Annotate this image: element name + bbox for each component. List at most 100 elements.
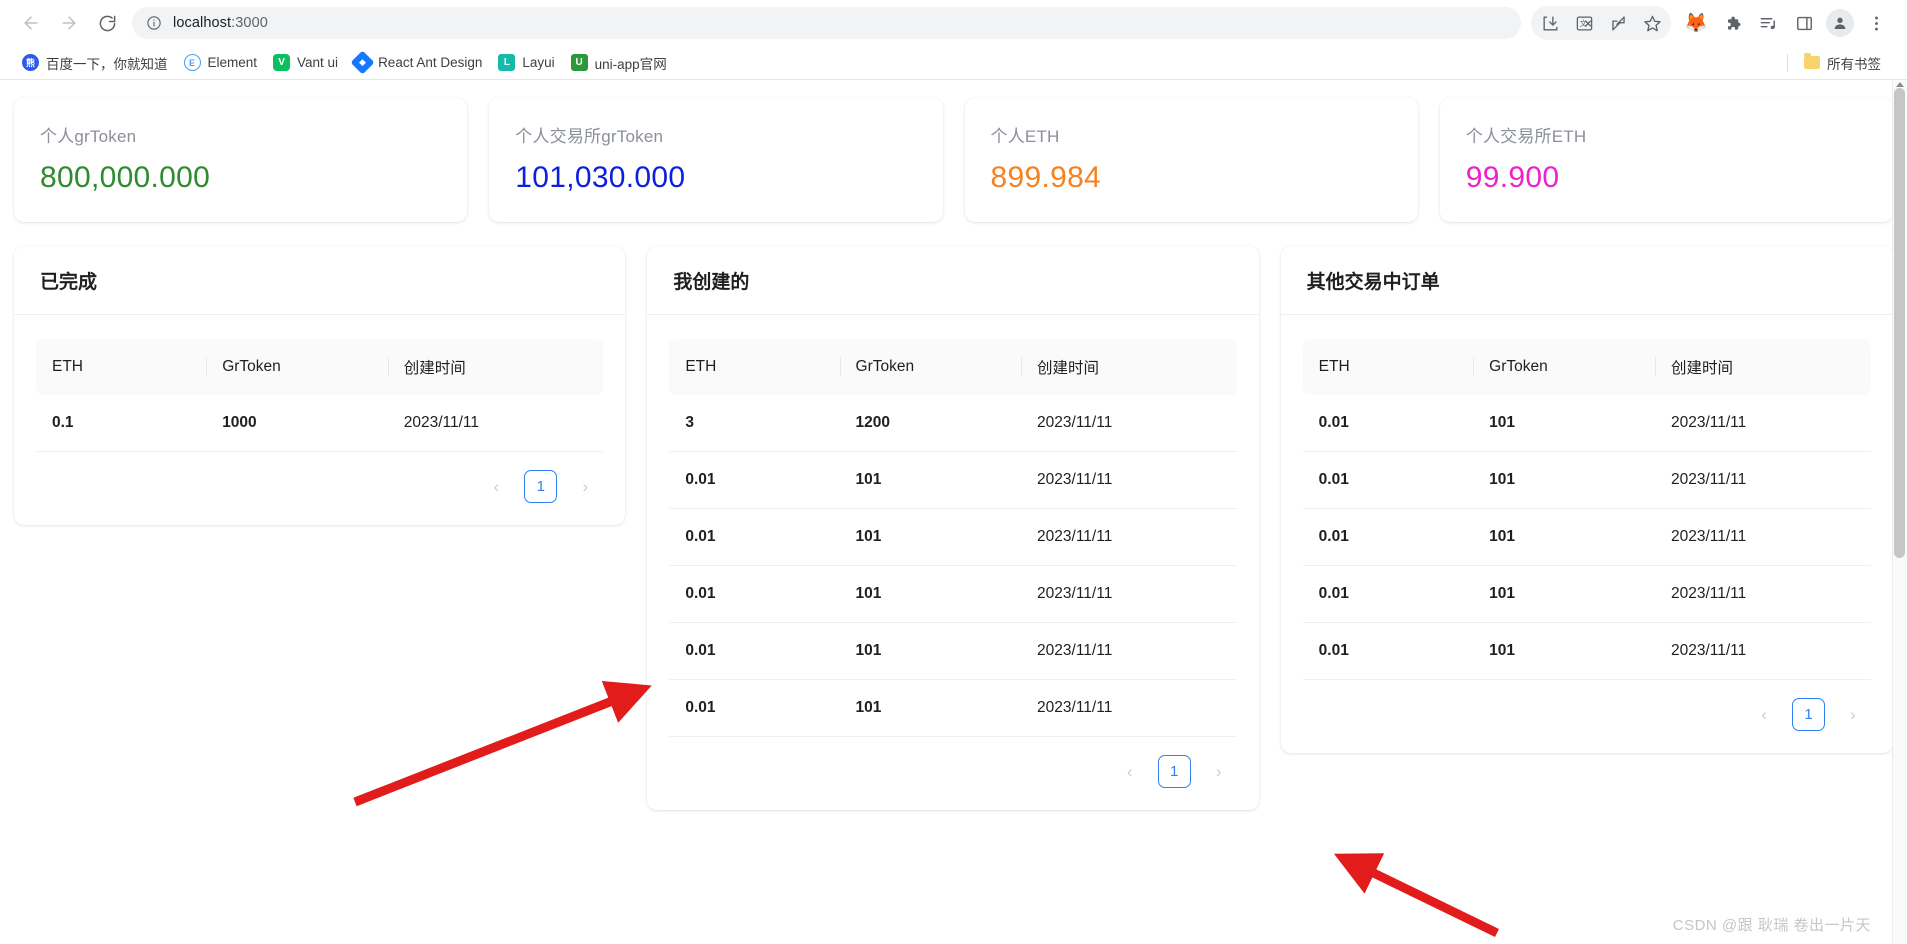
all-bookmarks-section: 所有书签: [1787, 49, 1893, 77]
pagination-prev-icon[interactable]: ‹: [1748, 699, 1780, 731]
panel-header: 已完成: [14, 246, 626, 315]
column-header-eth: ETH: [669, 339, 840, 395]
bookmark-react-ant-design[interactable]: ◆ React Ant Design: [346, 50, 490, 75]
profile-avatar-icon[interactable]: [1823, 6, 1857, 40]
table-row[interactable]: 0.01 101 2023/11/11: [1302, 565, 1871, 623]
bookmark-element[interactable]: E Element: [176, 50, 266, 75]
column-header-grtoken: GrToken: [206, 339, 388, 395]
pagination-prev-icon[interactable]: ‹: [480, 471, 512, 503]
omnibox-action-pill: 文: [1531, 6, 1671, 40]
page-scrollbar[interactable]: [1892, 80, 1907, 944]
pagination-next-icon[interactable]: ›: [569, 471, 601, 503]
table-row[interactable]: 0.01 101 2023/11/11: [669, 451, 1237, 509]
pagination: ‹ 1 ›: [647, 737, 1258, 810]
bookmark-label: React Ant Design: [378, 55, 483, 70]
stat-label: 个人交易所ETH: [1465, 127, 1587, 146]
bookmark-uni-app[interactable]: U uni-app官网: [563, 49, 675, 77]
baidu-icon: 熊: [22, 54, 39, 71]
panel-completed: 已完成 ETH GrToken 创建时间 0.1 1000 2023/11/11…: [14, 246, 626, 525]
cell-time: 2023/11/11: [387, 395, 604, 452]
cell-grtoken: 101: [1473, 395, 1655, 452]
stat-card-exchange-eth: 个人交易所ETH 99.900: [1439, 98, 1893, 222]
column-header-grtoken: GrToken: [1473, 339, 1655, 395]
table-row[interactable]: 0.01 101 2023/11/11: [1302, 508, 1871, 566]
layui-icon: L: [498, 54, 516, 71]
pagination-page-1[interactable]: 1: [1157, 755, 1191, 788]
pagination-page-1[interactable]: 1: [524, 470, 558, 503]
url-port: :3000: [231, 15, 268, 31]
cell-eth: 0.01: [669, 565, 840, 623]
side-panel-icon[interactable]: [1787, 6, 1821, 40]
pagination: ‹ 1 ›: [1281, 680, 1893, 753]
extensions-puzzle-icon[interactable]: [1715, 6, 1749, 40]
cell-time: 2023/11/11: [1021, 451, 1237, 509]
stat-value: 899.984: [990, 161, 1102, 194]
pagination-next-icon[interactable]: ›: [1203, 756, 1235, 788]
cell-eth: 0.01: [1302, 451, 1474, 509]
cell-grtoken: 101: [839, 508, 1022, 566]
address-bar[interactable]: localhost:3000: [132, 7, 1521, 39]
cell-time: 2023/11/11: [1021, 679, 1237, 737]
panels-row: 已完成 ETH GrToken 创建时间 0.1 1000 2023/11/11…: [0, 222, 1907, 810]
arrow-to-other-orders-panel: [1333, 853, 1499, 938]
bookmark-label: Vant ui: [297, 55, 339, 70]
site-info-icon[interactable]: [146, 15, 162, 31]
pagination-prev-icon[interactable]: ‹: [1114, 756, 1146, 788]
install-app-icon[interactable]: [1533, 6, 1567, 40]
pagination: ‹ 1 ›: [14, 452, 625, 525]
table-row[interactable]: 0.01 101 2023/11/11: [1302, 395, 1871, 452]
cell-time: 2023/11/11: [1655, 451, 1871, 509]
cell-grtoken: 101: [1473, 565, 1655, 623]
bookmark-star-icon[interactable]: [1635, 6, 1669, 40]
table-row[interactable]: 0.01 101 2023/11/11: [669, 565, 1237, 623]
panel-header: 我创建的: [647, 246, 1259, 315]
scroll-up-arrow-icon[interactable]: [1896, 82, 1904, 87]
cell-eth: 0.1: [36, 395, 207, 452]
table-row[interactable]: 0.01 101 2023/11/11: [1302, 622, 1871, 680]
reading-list-icon[interactable]: [1751, 6, 1785, 40]
vant-icon: V: [273, 54, 291, 71]
pagination-next-icon[interactable]: ›: [1837, 699, 1869, 731]
cell-time: 2023/11/11: [1021, 622, 1237, 680]
cell-eth: 0.01: [1302, 508, 1474, 566]
table-row[interactable]: 3 1200 2023/11/11: [669, 395, 1237, 452]
metamask-fox-icon[interactable]: 🦊: [1679, 6, 1713, 40]
url-text: localhost:3000: [173, 15, 268, 31]
scrollbar-thumb[interactable]: [1894, 88, 1905, 558]
back-arrow-icon[interactable]: [14, 6, 48, 40]
reload-icon[interactable]: [90, 6, 124, 40]
cell-time: 2023/11/11: [1655, 508, 1871, 566]
cell-eth: 0.01: [669, 622, 840, 680]
more-menu-icon[interactable]: [1859, 6, 1893, 40]
avatar: [1826, 9, 1854, 37]
table-header-row: ETH GrToken 创建时间: [36, 339, 604, 395]
stat-label: 个人交易所grToken: [515, 127, 664, 146]
all-bookmarks-button[interactable]: 所有书签: [1796, 49, 1889, 77]
stat-card-exchange-grtoken: 个人交易所grToken 101,030.000: [489, 98, 943, 222]
stat-value: 99.900: [1465, 161, 1560, 194]
table-row[interactable]: 0.01 101 2023/11/11: [669, 508, 1237, 566]
table-row[interactable]: 0.01 101 2023/11/11: [669, 622, 1237, 680]
share-icon[interactable]: [1601, 6, 1635, 40]
bookmark-vant-ui[interactable]: V Vant ui: [265, 50, 346, 75]
cell-time: 2023/11/11: [1021, 395, 1237, 452]
cell-eth: 0.01: [669, 451, 840, 509]
bookmarks-bar: 熊 百度一下，你就知道 E Element V Vant ui ◆ React …: [0, 46, 1907, 80]
table-row[interactable]: 0.1 1000 2023/11/11: [36, 395, 604, 452]
svg-text:文: 文: [1579, 18, 1586, 27]
bookmark-layui[interactable]: L Layui: [490, 50, 562, 75]
cell-eth: 0.01: [1302, 395, 1474, 452]
table-row[interactable]: 0.01 101 2023/11/11: [1302, 451, 1871, 509]
cell-time: 2023/11/11: [1655, 565, 1871, 623]
table-row[interactable]: 0.01 101 2023/11/11: [669, 679, 1237, 737]
column-header-create-time: 创建时间: [387, 339, 604, 395]
bookmark-label: Element: [207, 55, 258, 70]
url-host: localhost: [173, 15, 232, 31]
stat-label: 个人grToken: [40, 127, 137, 146]
forward-arrow-icon[interactable]: [52, 6, 86, 40]
translate-icon[interactable]: 文: [1567, 6, 1601, 40]
bookmark-label: 百度一下，你就知道: [46, 56, 168, 72]
pagination-page-1[interactable]: 1: [1791, 698, 1825, 731]
bookmark-baidu[interactable]: 熊 百度一下，你就知道: [14, 49, 176, 77]
folder-icon: [1804, 53, 1820, 69]
